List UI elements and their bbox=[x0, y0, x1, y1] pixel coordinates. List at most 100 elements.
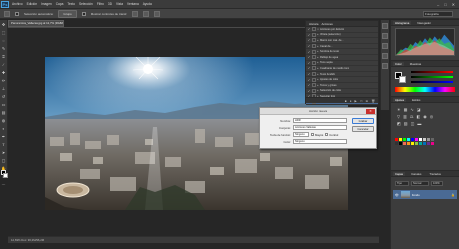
info-panel-icon[interactable] bbox=[382, 43, 388, 49]
blue-slider[interactable] bbox=[411, 81, 453, 83]
type-tool-icon[interactable]: T bbox=[1, 142, 6, 147]
menu-item[interactable]: Filtro bbox=[97, 2, 104, 6]
tab-actions[interactable]: Acciones bbox=[321, 22, 332, 26]
visibility-eye-icon[interactable]: 👁 bbox=[395, 193, 399, 197]
brush-panel-icon[interactable] bbox=[382, 63, 388, 69]
color-select[interactable]: Ninguno bbox=[293, 139, 347, 144]
menu-item[interactable]: Ayuda bbox=[143, 2, 152, 6]
layer-kind-filter[interactable]: Tipo bbox=[395, 181, 409, 186]
new-set-icon[interactable]: ▭ bbox=[360, 99, 363, 103]
swatch[interactable] bbox=[399, 142, 402, 145]
auto-select-checkbox[interactable] bbox=[15, 11, 19, 16]
new-action-icon[interactable]: ⊞ bbox=[366, 99, 369, 103]
auto-select-dropdown[interactable]: Grupo bbox=[58, 9, 77, 18]
marquee-tool-icon[interactable]: ⬚ bbox=[1, 30, 6, 35]
menu-item[interactable]: Imagen bbox=[41, 2, 52, 6]
cancel-button[interactable]: Cancelar bbox=[352, 126, 374, 132]
swatch[interactable] bbox=[403, 138, 406, 141]
color-spectrum[interactable] bbox=[395, 87, 455, 92]
red-slider[interactable] bbox=[411, 71, 453, 73]
history-brush-tool-icon[interactable]: ↺ bbox=[1, 94, 6, 99]
toggle-check-icon[interactable]: ✓ bbox=[307, 89, 311, 93]
record-button[interactable]: Grabar bbox=[352, 118, 374, 124]
swatch[interactable] bbox=[427, 138, 430, 141]
swatch[interactable] bbox=[395, 142, 398, 145]
toggle-check-icon[interactable]: ✓ bbox=[307, 78, 311, 82]
photo-filter-icon[interactable]: ◉ bbox=[423, 114, 427, 119]
tab-swatches[interactable]: Muestras bbox=[408, 62, 424, 66]
lasso-tool-icon[interactable]: ◌ bbox=[1, 38, 6, 43]
maximize-icon[interactable]: □ bbox=[444, 2, 446, 7]
posterize-icon[interactable]: ▨ bbox=[404, 121, 408, 126]
exposure-icon[interactable]: ◪ bbox=[417, 107, 421, 112]
toggle-check-icon[interactable]: ✓ bbox=[307, 44, 311, 48]
opacity-field[interactable]: 100% bbox=[431, 181, 443, 186]
menu-item[interactable]: 3D bbox=[108, 2, 112, 6]
minimize-icon[interactable]: – bbox=[437, 2, 439, 7]
swatch[interactable] bbox=[423, 142, 426, 145]
layer-background[interactable]: 👁 Fondo 🔒 bbox=[393, 190, 457, 199]
tab-adjustments[interactable]: Ajustes bbox=[393, 97, 407, 102]
align-bottom-icon[interactable] bbox=[154, 10, 161, 17]
tab-navigator[interactable]: Navegador bbox=[415, 21, 433, 25]
tab-paths[interactable]: Trazados bbox=[427, 172, 443, 176]
toggle-check-icon[interactable]: ✓ bbox=[307, 61, 311, 65]
tab-histogram[interactable]: Histograma bbox=[393, 20, 412, 25]
menu-item[interactable]: Texto bbox=[67, 2, 75, 6]
eyedropper-tool-icon[interactable]: ⁄ bbox=[1, 62, 6, 67]
swatch[interactable] bbox=[415, 138, 418, 141]
swatch[interactable] bbox=[423, 138, 426, 141]
toggle-check-icon[interactable]: ✓ bbox=[307, 66, 311, 70]
shape-tool-icon[interactable]: ▢ bbox=[1, 158, 6, 163]
play-icon[interactable]: ▶ bbox=[355, 99, 357, 103]
toggle-check-icon[interactable]: ✓ bbox=[307, 83, 311, 87]
workspace-select[interactable]: Fotografía bbox=[423, 10, 453, 17]
black-white-icon[interactable]: ◧ bbox=[416, 114, 420, 119]
record-icon[interactable]: ● bbox=[350, 99, 352, 103]
color-balance-icon[interactable]: ⚖ bbox=[410, 114, 414, 119]
function-key-select[interactable]: Ninguno bbox=[293, 132, 309, 137]
eraser-tool-icon[interactable]: ▭ bbox=[1, 102, 6, 107]
toggle-check-icon[interactable]: ✓ bbox=[307, 33, 311, 37]
close-icon[interactable]: ✕ bbox=[452, 2, 455, 7]
stop-icon[interactable]: ■ bbox=[345, 99, 347, 103]
tab-layers[interactable]: Capas bbox=[393, 171, 406, 176]
properties-panel-icon[interactable] bbox=[382, 53, 388, 59]
swatch[interactable] bbox=[419, 142, 422, 145]
clone-stamp-tool-icon[interactable]: ⊥ bbox=[1, 86, 6, 91]
gradient-tool-icon[interactable]: ▤ bbox=[1, 110, 6, 115]
swatch[interactable] bbox=[411, 142, 414, 145]
toggle-check-icon[interactable]: ✓ bbox=[307, 38, 311, 42]
quick-select-tool-icon[interactable]: ✎ bbox=[1, 46, 6, 51]
gradient-map-icon[interactable]: ▬ bbox=[417, 121, 421, 126]
swatch[interactable] bbox=[419, 138, 422, 141]
swatch[interactable] bbox=[415, 142, 418, 145]
tab-channels[interactable]: Canales bbox=[409, 172, 423, 176]
tab-history[interactable]: Historia bbox=[309, 22, 318, 26]
brightness-icon[interactable]: ☀ bbox=[397, 107, 401, 112]
toggle-check-icon[interactable]: ✓ bbox=[307, 72, 311, 76]
pen-tool-icon[interactable]: ✒ bbox=[1, 134, 6, 139]
history-panel-icon[interactable] bbox=[382, 23, 388, 29]
background-color-swatch[interactable] bbox=[3, 173, 8, 178]
color-background[interactable] bbox=[399, 76, 406, 83]
hue-saturation-icon[interactable]: ▥ bbox=[403, 114, 407, 119]
menu-item[interactable]: Ventana bbox=[127, 2, 139, 6]
menu-item[interactable]: Edición bbox=[27, 2, 37, 6]
blur-tool-icon[interactable]: ◍ bbox=[1, 118, 6, 123]
swatch[interactable] bbox=[407, 138, 410, 141]
toggle-check-icon[interactable]: ✓ bbox=[307, 50, 311, 54]
more-tools-icon[interactable]: ⋯ bbox=[1, 182, 6, 187]
levels-icon[interactable]: ▦ bbox=[404, 107, 408, 112]
swatch[interactable] bbox=[427, 142, 430, 145]
swatch[interactable] bbox=[395, 138, 398, 141]
actions-panel-icon[interactable] bbox=[382, 33, 388, 39]
menu-item[interactable]: Selección bbox=[79, 2, 93, 6]
tab-color[interactable]: Color bbox=[393, 61, 404, 66]
move-tool-icon[interactable] bbox=[4, 10, 10, 17]
blend-mode-select[interactable]: Normal bbox=[411, 181, 429, 186]
tab-styles[interactable]: Estilos bbox=[410, 98, 422, 102]
brush-tool-icon[interactable]: ✏ bbox=[1, 78, 6, 83]
document-tab[interactable]: Panoramica_Vallecas.jpg al 12,7% (RGB/8*… bbox=[8, 20, 64, 27]
dialog-close-button[interactable]: ✕ bbox=[366, 109, 375, 114]
